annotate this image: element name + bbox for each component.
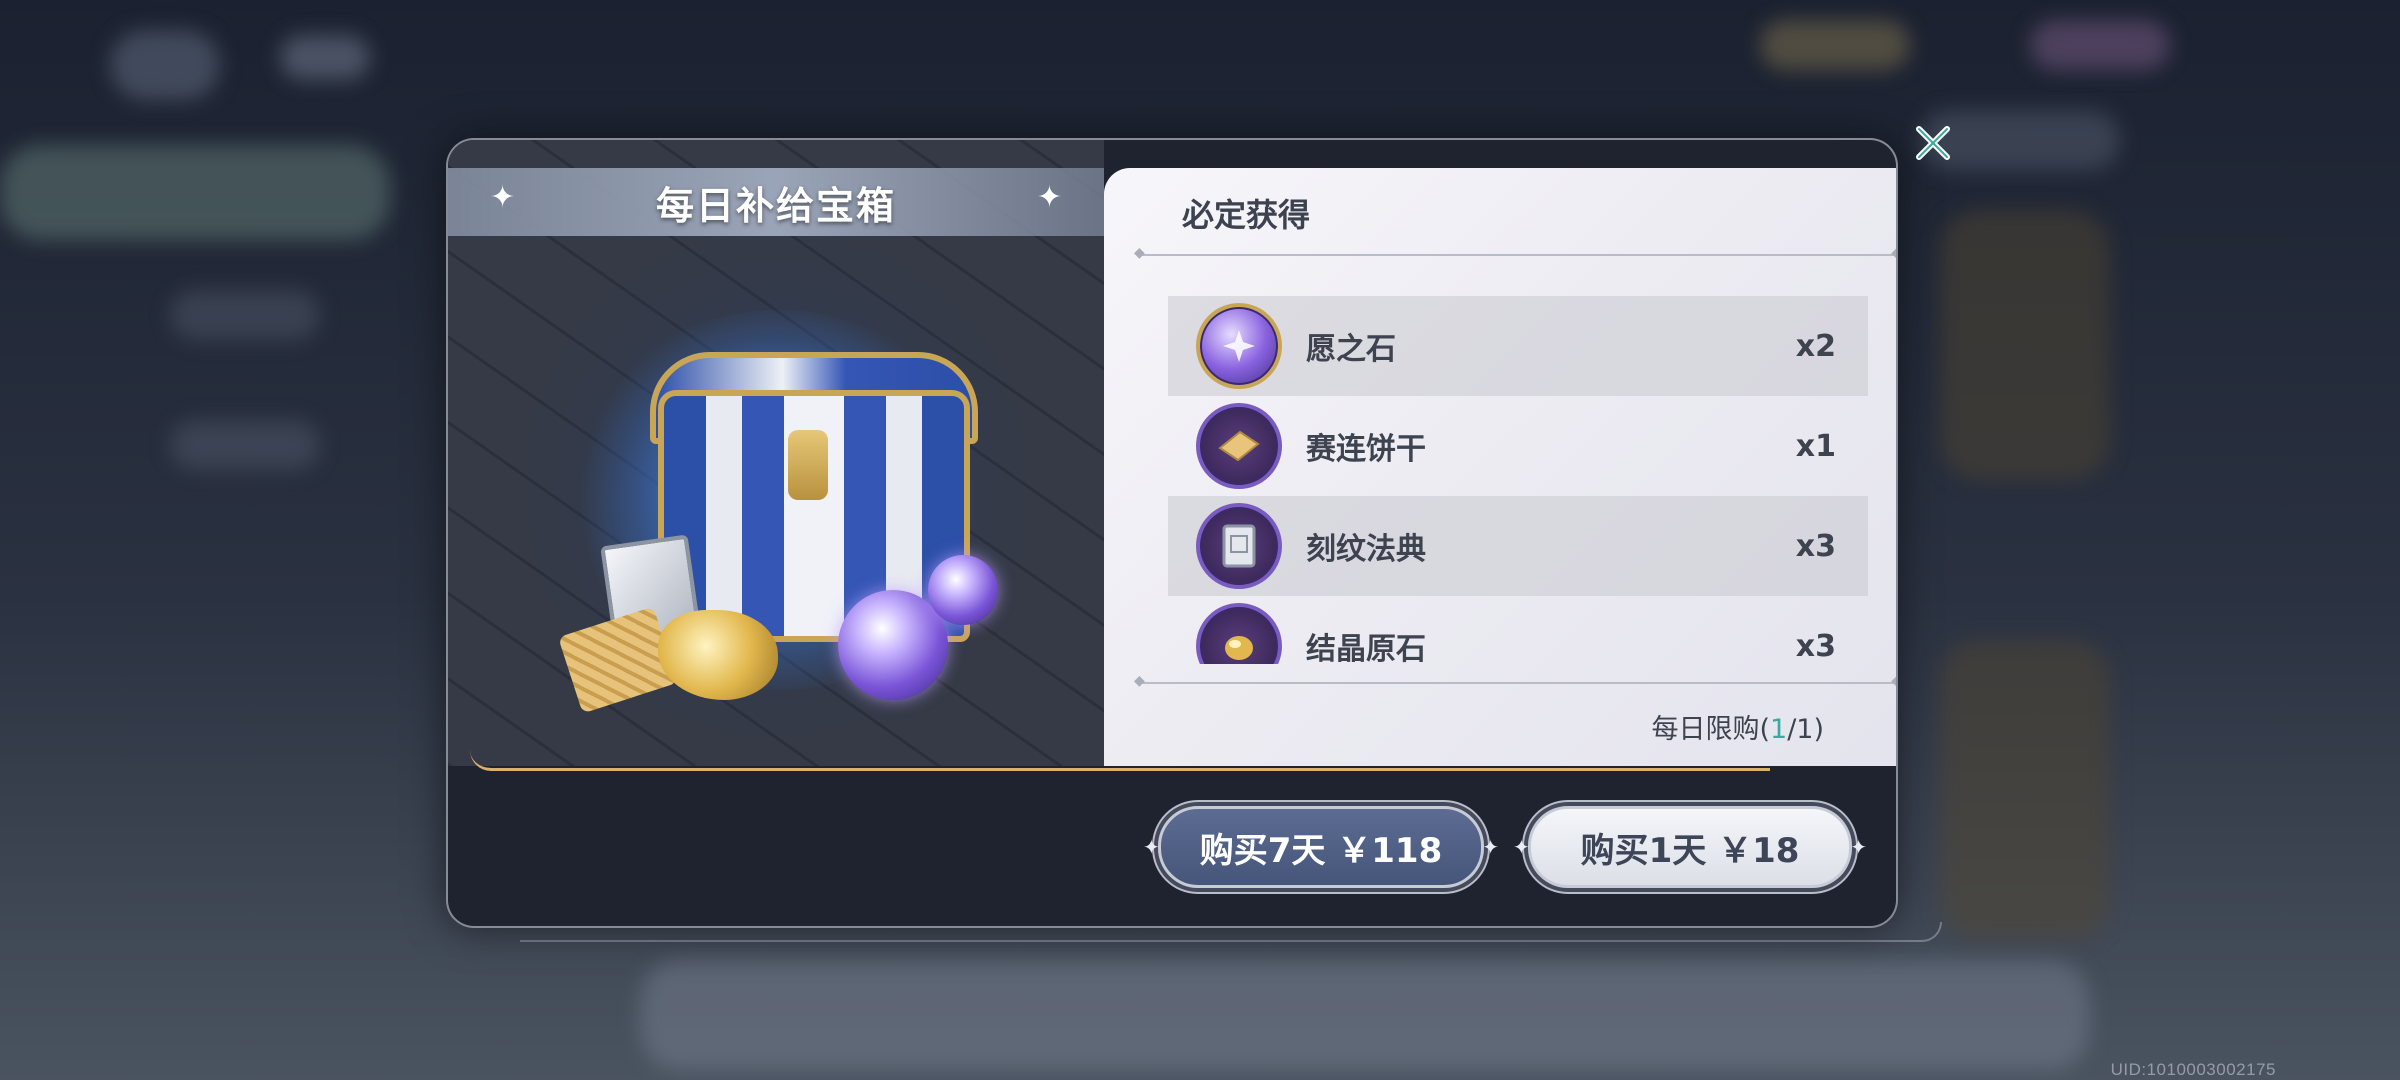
buy-7-days-label: 购买7天 ￥118 (1199, 830, 1443, 871)
item-qty: x2 (1795, 328, 1836, 364)
title-bar: ✦ 每日补给宝箱 ✦ (448, 168, 1104, 236)
divider (1134, 245, 1896, 261)
buy-7-days-button[interactable]: ✦ 购买7天 ￥118 ✦ (1143, 806, 1499, 888)
rewards-header: 必定获得 (1182, 196, 1311, 234)
item-qty: x1 (1795, 428, 1836, 464)
list-item: 结晶原石 x3 (1168, 596, 1868, 664)
item-qty: x3 (1795, 628, 1836, 664)
item-qty: x3 (1795, 528, 1836, 564)
sparkle-icon: ✦ (1143, 835, 1160, 859)
sparkle-icon: ✦ (1513, 835, 1530, 859)
supply-chest-modal: ✦ 每日补给宝箱 ✦ 必定获得 愿之石 x2 (446, 138, 1898, 928)
modal-title: 每日补给宝箱 (655, 183, 896, 228)
list-item: 愿之石 x2 (1168, 296, 1868, 396)
codex-icon (1196, 503, 1282, 589)
reward-list[interactable]: 愿之石 x2 赛连饼干 x1 刻纹法典 x3 结晶原石 x3 (1168, 296, 1868, 664)
uid-label: UID:1010003002175 (2110, 1060, 2276, 1079)
wish-stone-icon (1196, 303, 1282, 389)
buy-1-day-label: 购买1天 ￥18 (1580, 830, 1800, 871)
sparkle-icon: ✦ (490, 180, 516, 215)
list-item: 赛连饼干 x1 (1168, 396, 1868, 496)
close-button[interactable] (1908, 118, 1958, 168)
gold-divider-line (470, 750, 1770, 771)
treasure-chest-image (538, 290, 1018, 750)
item-name: 赛连饼干 (1306, 432, 1426, 467)
item-name: 刻纹法典 (1306, 532, 1426, 567)
wish-stone-image (928, 555, 998, 625)
chest-illustration-panel: ✦ 每日补给宝箱 ✦ (448, 140, 1104, 766)
crystal-ore-icon (1196, 603, 1282, 664)
item-name: 结晶原石 (1306, 632, 1426, 664)
sparkle-icon: ✦ (1482, 835, 1499, 859)
daily-limit-label: 每日限购(1/1) (1651, 714, 1824, 745)
rewards-panel: 必定获得 愿之石 x2 赛连饼干 x1 刻纹法典 (1104, 168, 1896, 766)
close-icon (1916, 126, 1950, 160)
sparkle-icon: ✦ (1850, 835, 1867, 859)
gold-ore-image (658, 610, 778, 700)
cookie-icon (1196, 403, 1282, 489)
list-item: 刻纹法典 x3 (1168, 496, 1868, 596)
buy-1-day-button[interactable]: ✦ 购买1天 ￥18 ✦ (1513, 806, 1867, 888)
divider (1134, 673, 1896, 689)
sparkle-icon: ✦ (1036, 180, 1062, 215)
item-name: 愿之石 (1306, 332, 1396, 367)
